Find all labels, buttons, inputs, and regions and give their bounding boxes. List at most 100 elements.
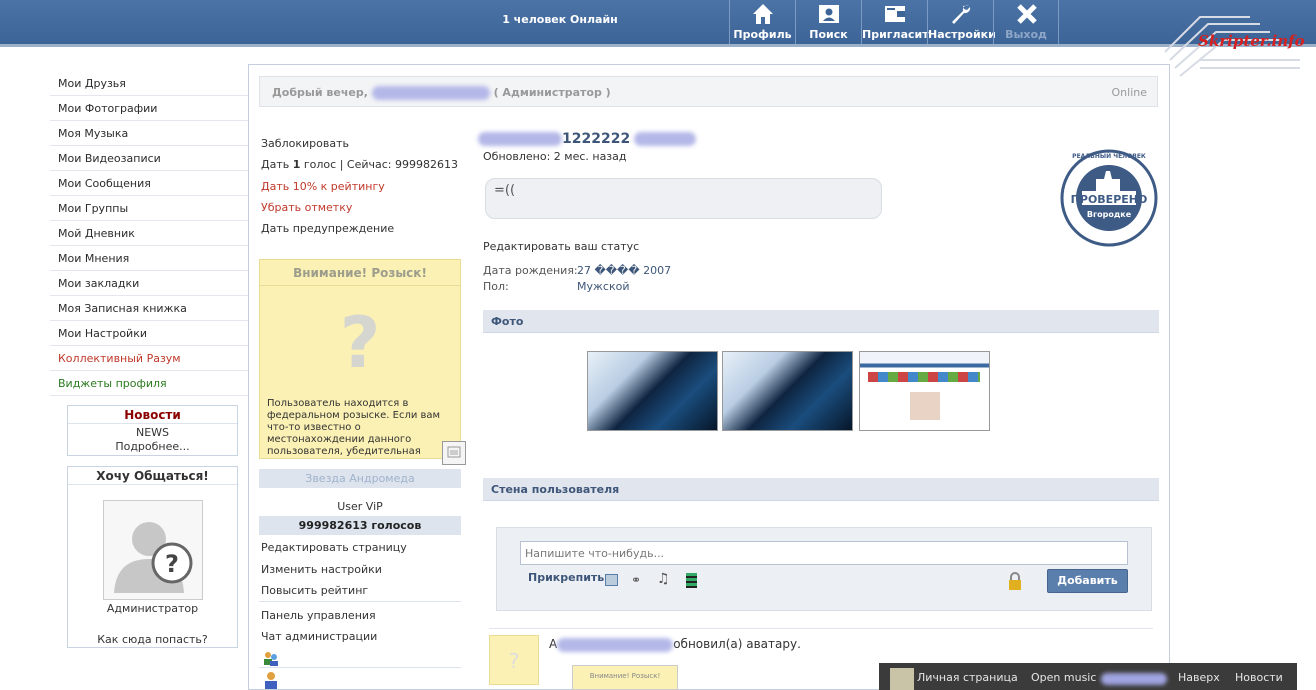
nav-profile[interactable]: Профиль: [729, 0, 795, 44]
raise-rating-link[interactable]: Повысить рейтинг: [261, 584, 461, 597]
sex-label: Пол:: [483, 280, 509, 293]
vote-count: 1: [292, 158, 301, 171]
wanted-text: Пользователь находится в федеральном роз…: [267, 398, 441, 457]
bottom-home-link[interactable]: Личная страница: [917, 671, 1018, 684]
left-menu: Мои Друзья Мои Фотографии Моя Музыка Мои…: [50, 71, 248, 396]
logo-text: Skripter.info: [1198, 32, 1305, 50]
user-icon[interactable]: [262, 671, 280, 689]
post-image[interactable]: Внимание! Розыск!: [572, 665, 678, 690]
image-icon[interactable]: [442, 441, 466, 465]
stamp-mid-text: ПРОВЕРЕНО: [1070, 193, 1148, 206]
bottom-avatar[interactable]: [890, 668, 914, 690]
warning-link[interactable]: Дать предупреждение: [261, 222, 461, 235]
status-bubble[interactable]: =((: [485, 178, 882, 219]
photo-thumb[interactable]: [587, 351, 718, 431]
menu-item-messages[interactable]: Мои Сообщения: [50, 171, 248, 196]
post-divider: [489, 628, 1153, 629]
post-body: обновил(а) аватару.: [673, 637, 801, 651]
block-link[interactable]: Заблокировать: [261, 137, 461, 150]
admin-chat-link[interactable]: Чат администрации: [261, 630, 461, 643]
remove-mark-link[interactable]: Убрать отметку: [261, 201, 461, 214]
vip-label: User ViP: [337, 500, 383, 513]
post-avatar[interactable]: ?: [489, 635, 539, 685]
home-icon: [753, 4, 773, 24]
question-mark-icon: ?: [339, 302, 381, 384]
profile-name: 1222222: [478, 131, 697, 147]
menu-item-friends[interactable]: Мои Друзья: [50, 71, 248, 96]
photo-thumb[interactable]: [859, 351, 990, 431]
profile-name-visible: 1222222: [562, 131, 631, 147]
change-settings-link[interactable]: Изменить настройки: [261, 563, 461, 576]
edit-status-link[interactable]: Редактировать ваш статус: [483, 240, 639, 253]
redacted-name-right: [634, 132, 697, 146]
birth-value[interactable]: 27 ���� 2007: [577, 264, 671, 277]
greeting-text: Добрый вечер, ( Администратор ): [272, 86, 611, 100]
nav-settings[interactable]: Настройки: [927, 0, 996, 44]
add-post-button[interactable]: Добавить: [1047, 569, 1128, 593]
nav-invite[interactable]: Пригласит: [861, 0, 929, 44]
menu-item-videos[interactable]: Мои Видеозаписи: [50, 146, 248, 171]
news-more-link[interactable]: Подробнее...: [68, 440, 237, 453]
redacted-track: [1101, 673, 1167, 685]
star-badge: Звезда Андромеда: [259, 469, 461, 488]
menu-item-settings[interactable]: Мои Настройки: [50, 321, 248, 346]
menu-item-notebook[interactable]: Моя Записная книжка: [50, 296, 248, 321]
menu-item-collective-mind[interactable]: Коллективный Разум: [50, 346, 248, 371]
wall-input[interactable]: Напишите что-нибудь...: [520, 541, 1128, 565]
give-rating-link[interactable]: Дать 10% к рейтингу: [261, 180, 461, 193]
menu-item-photos[interactable]: Мои Фотографии: [50, 96, 248, 121]
online-status: Online: [1111, 86, 1147, 99]
nav-settings-label: Настройки: [928, 28, 996, 41]
divider-2: [259, 667, 461, 668]
attach-video-icon[interactable]: [686, 573, 697, 588]
users-icon[interactable]: [262, 649, 280, 667]
birth-label: Дата рождения:: [483, 264, 578, 277]
photos-header: Фото: [483, 310, 1159, 333]
chat-how-link[interactable]: Как сюда попасть?: [68, 633, 237, 646]
news-box: Новости NEWS Подробнее...: [67, 405, 238, 456]
photo-thumb[interactable]: [722, 351, 853, 431]
lock-icon[interactable]: [1008, 572, 1022, 592]
attach-label[interactable]: Прикрепить: [528, 571, 604, 584]
sex-value[interactable]: Мужской: [577, 280, 629, 293]
nav-logout-label: Выход: [1005, 28, 1047, 41]
verified-stamp: ПРОВЕРЕНО Вгородке РЕАЛЬНЫЙ ЧЕЛОВЕК: [1060, 149, 1158, 247]
nav-search[interactable]: Поиск: [795, 0, 861, 44]
avatar[interactable]: ?: [103, 500, 203, 600]
greeting-prefix: Добрый вечер,: [272, 86, 368, 99]
attach-photo-icon[interactable]: [605, 574, 618, 586]
bottom-music-link[interactable]: Open music: [1031, 671, 1096, 684]
chat-user-name[interactable]: Администратор: [68, 602, 237, 615]
menu-item-opinions[interactable]: Мои Мнения: [50, 246, 248, 271]
attach-link-icon[interactable]: ⚭: [631, 573, 641, 587]
edit-page-link[interactable]: Редактировать страницу: [261, 541, 461, 554]
post-prefix: А: [549, 637, 558, 651]
redacted-name: [371, 86, 490, 100]
divider: [259, 601, 461, 602]
bottom-news-link[interactable]: Новости: [1235, 671, 1283, 684]
menu-item-diary[interactable]: Мой Дневник: [50, 221, 248, 246]
close-icon: [1017, 4, 1037, 24]
post-text: Аобновил(а) аватару.: [549, 637, 801, 652]
thumb-figure: [910, 392, 940, 420]
greeting-bar: Добрый вечер, ( Администратор ) Online: [259, 76, 1158, 107]
news-title: Новости: [68, 406, 237, 424]
wanted-box[interactable]: Внимание! Розыск! ? Пользователь находит…: [259, 259, 461, 459]
attach-music-icon[interactable]: ♫: [657, 571, 670, 587]
menu-item-groups[interactable]: Мои Группы: [50, 196, 248, 221]
news-text: NEWS: [135, 426, 170, 439]
nav-logout[interactable]: Выход: [993, 0, 1059, 44]
svg-text:?: ?: [165, 550, 179, 578]
chat-title: Хочу Общаться!: [68, 467, 237, 485]
bottom-top-link[interactable]: Наверх: [1178, 671, 1220, 684]
redacted-author: [557, 637, 674, 652]
admin-panel-link[interactable]: Панель управления: [261, 609, 461, 622]
search-user-icon: [819, 5, 839, 23]
vote-suffix: голос | Сейчас: 999982613: [303, 158, 458, 171]
nav-profile-label: Профиль: [733, 28, 792, 41]
vote-line[interactable]: Дать 1 голос | Сейчас: 999982613: [261, 158, 461, 171]
site-logo[interactable]: Skripter.info: [1160, 12, 1310, 82]
menu-item-bookmarks[interactable]: Мои закладки: [50, 271, 248, 296]
menu-item-widgets[interactable]: Виджеты профиля: [50, 371, 248, 396]
menu-item-music[interactable]: Моя Музыка: [50, 121, 248, 146]
